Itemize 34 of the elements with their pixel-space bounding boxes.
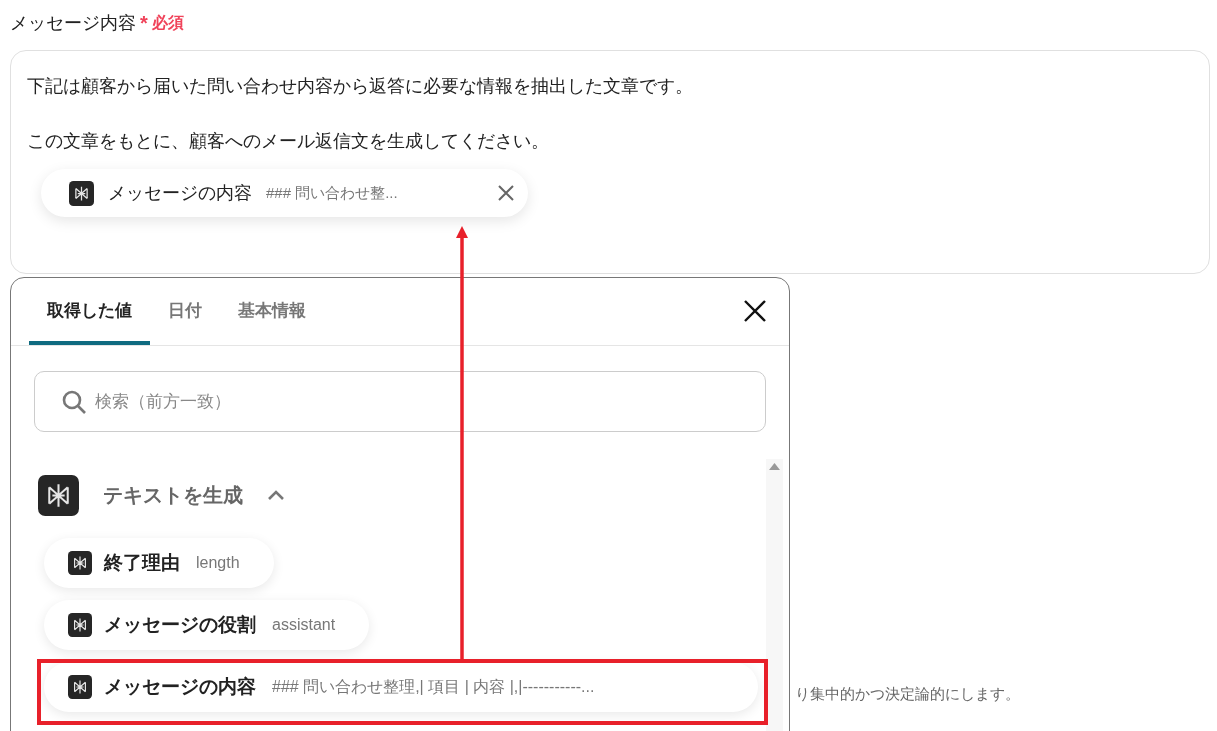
app-icon: [68, 551, 92, 575]
tab[interactable]: 取得した値: [29, 297, 150, 345]
token-preview: ### 問い合わせ整...: [266, 182, 398, 203]
tab[interactable]: 日付: [150, 297, 220, 345]
app-icon: [38, 474, 79, 516]
required-label: 必須: [151, 13, 184, 33]
variable-token[interactable]: メッセージの内容 ### 問い合わせ整...: [41, 169, 528, 217]
item-name: 終了理由: [104, 550, 180, 575]
search-field[interactable]: 検索（前方一致）: [34, 371, 766, 432]
token-name: メッセージの内容: [108, 181, 252, 205]
item-name: メッセージの役割: [104, 612, 256, 637]
app-icon: [69, 180, 94, 206]
hint-text: り集中的かつ決定論的にします。: [795, 684, 1020, 704]
tab[interactable]: 基本情報: [220, 297, 324, 345]
item-value: assistant: [272, 615, 336, 635]
prompt-paragraph: この文章をもとに、顧客へのメール返信文を生成してください。: [27, 130, 550, 153]
group-title: テキストを生成: [103, 483, 243, 508]
app-icon: [68, 613, 92, 637]
field-label: メッセージ内容: [10, 11, 136, 35]
search-icon: [61, 388, 87, 415]
item-name: メッセージの内容: [104, 674, 256, 699]
app-icon: [68, 675, 92, 699]
output-item[interactable]: メッセージの役割 assistant: [44, 600, 370, 650]
output-item[interactable]: メッセージの内容 ### 問い合わせ整理,| 項目 | 内容 |,|-----------...: [44, 662, 758, 712]
close-icon[interactable]: [743, 299, 767, 323]
group-header[interactable]: テキストを生成: [38, 474, 766, 516]
output-item[interactable]: 終了理由 length: [44, 538, 274, 588]
item-value: ### 問い合わせ整理,| 項目 | 内容 |,|-----------...: [272, 677, 595, 697]
prompt-paragraph: 下記は顧客から届いた問い合わせ内容から返答に必要な情報を抽出した文章です。: [27, 75, 694, 98]
scrollbar[interactable]: [766, 459, 783, 731]
required-mark: *: [140, 11, 148, 36]
message-textarea[interactable]: 下記は顧客から届いた問い合わせ内容から返答に必要な情報を抽出した文章です。 この文章をもとに、顧客へのメール返信文を生成してください。 メッセージの内容 ### 問い合わせ整...: [10, 50, 1210, 274]
item-value: length: [196, 553, 240, 573]
search-placeholder: 検索（前方一致）: [95, 390, 231, 413]
